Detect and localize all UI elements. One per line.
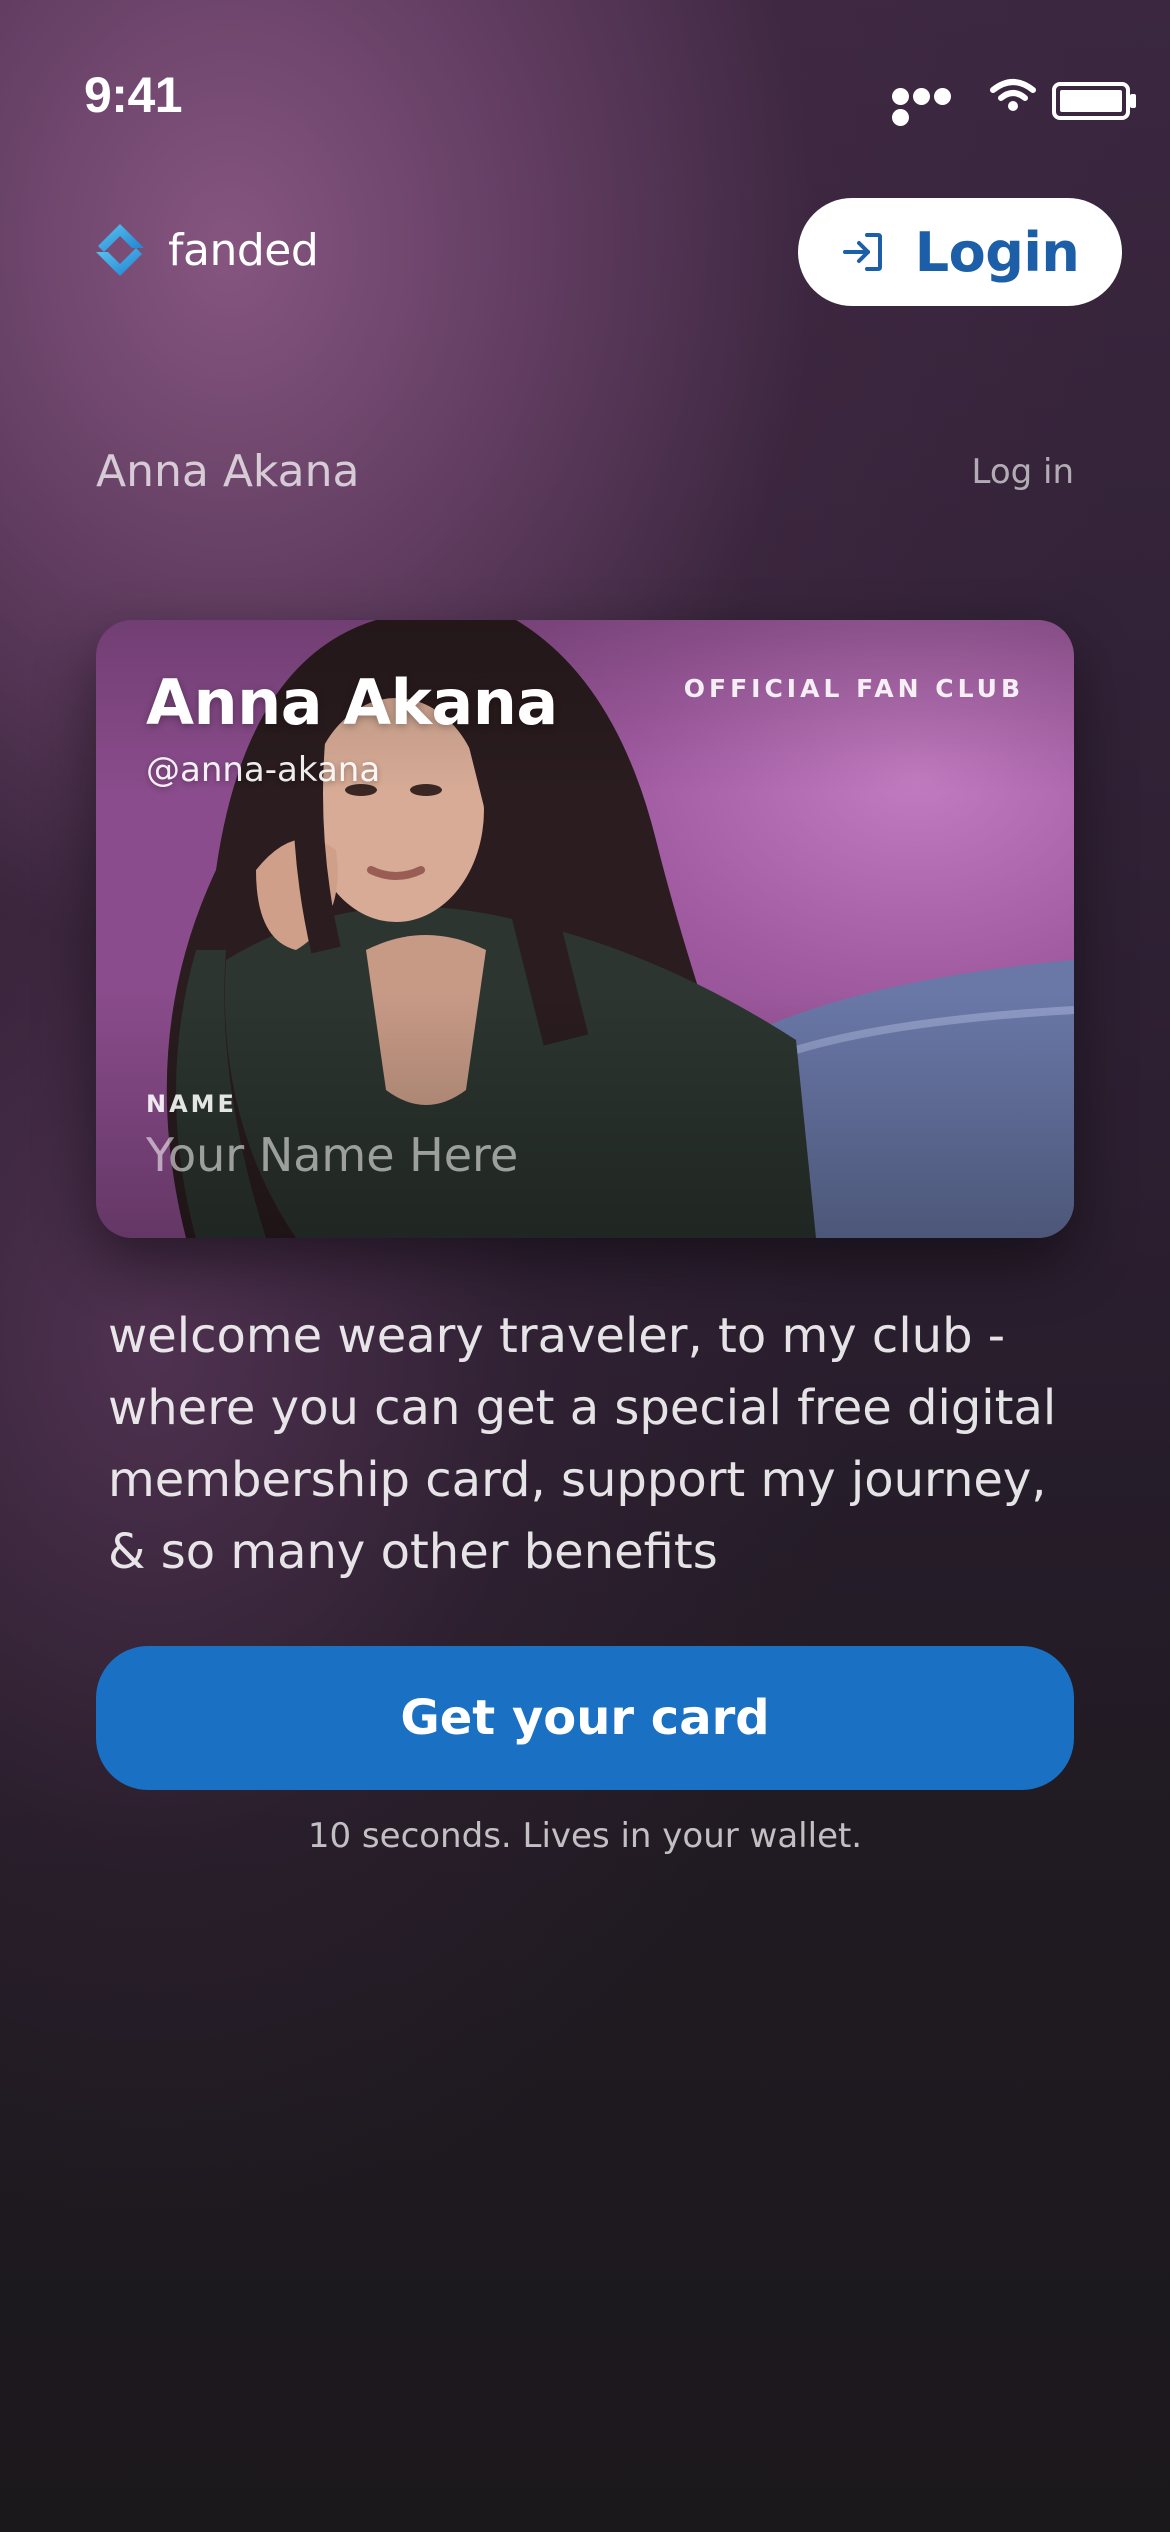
login-arrow-icon — [842, 233, 882, 271]
get-card-button[interactable]: Get your card — [96, 1646, 1074, 1790]
cta-caption: 10 seconds. Lives in your wallet. — [307, 1816, 863, 1856]
login-link[interactable]: Log in — [971, 452, 1074, 492]
card-creator-name: Anna Akana — [146, 666, 558, 739]
cellular-signal-icon — [892, 88, 972, 126]
login-button-label: Login — [914, 220, 1080, 284]
membership-card: Anna Akana @anna-akana OFFICIAL FAN CLUB… — [96, 620, 1074, 1238]
status-bar: 9:41 — [0, 0, 1170, 150]
card-name-placeholder: Your Name Here — [146, 1128, 519, 1182]
status-time: 9:41 — [84, 67, 183, 123]
card-name-label: NAME — [146, 1090, 237, 1118]
login-button[interactable]: Login — [798, 198, 1122, 306]
battery-icon — [1052, 82, 1136, 120]
logo-text: fanded — [168, 224, 319, 276]
fanded-logo[interactable]: fanded — [90, 220, 319, 280]
wifi-icon — [990, 79, 1036, 111]
club-description: welcome weary traveler, to my club - whe… — [108, 1308, 1057, 1580]
fanded-logo-icon — [96, 224, 144, 276]
creator-name: Anna Akana — [96, 446, 360, 497]
get-card-button-label: Get your card — [400, 1690, 770, 1746]
card-creator-handle: @anna-akana — [146, 750, 381, 790]
card-club-tag: OFFICIAL FAN CLUB — [683, 674, 1024, 703]
